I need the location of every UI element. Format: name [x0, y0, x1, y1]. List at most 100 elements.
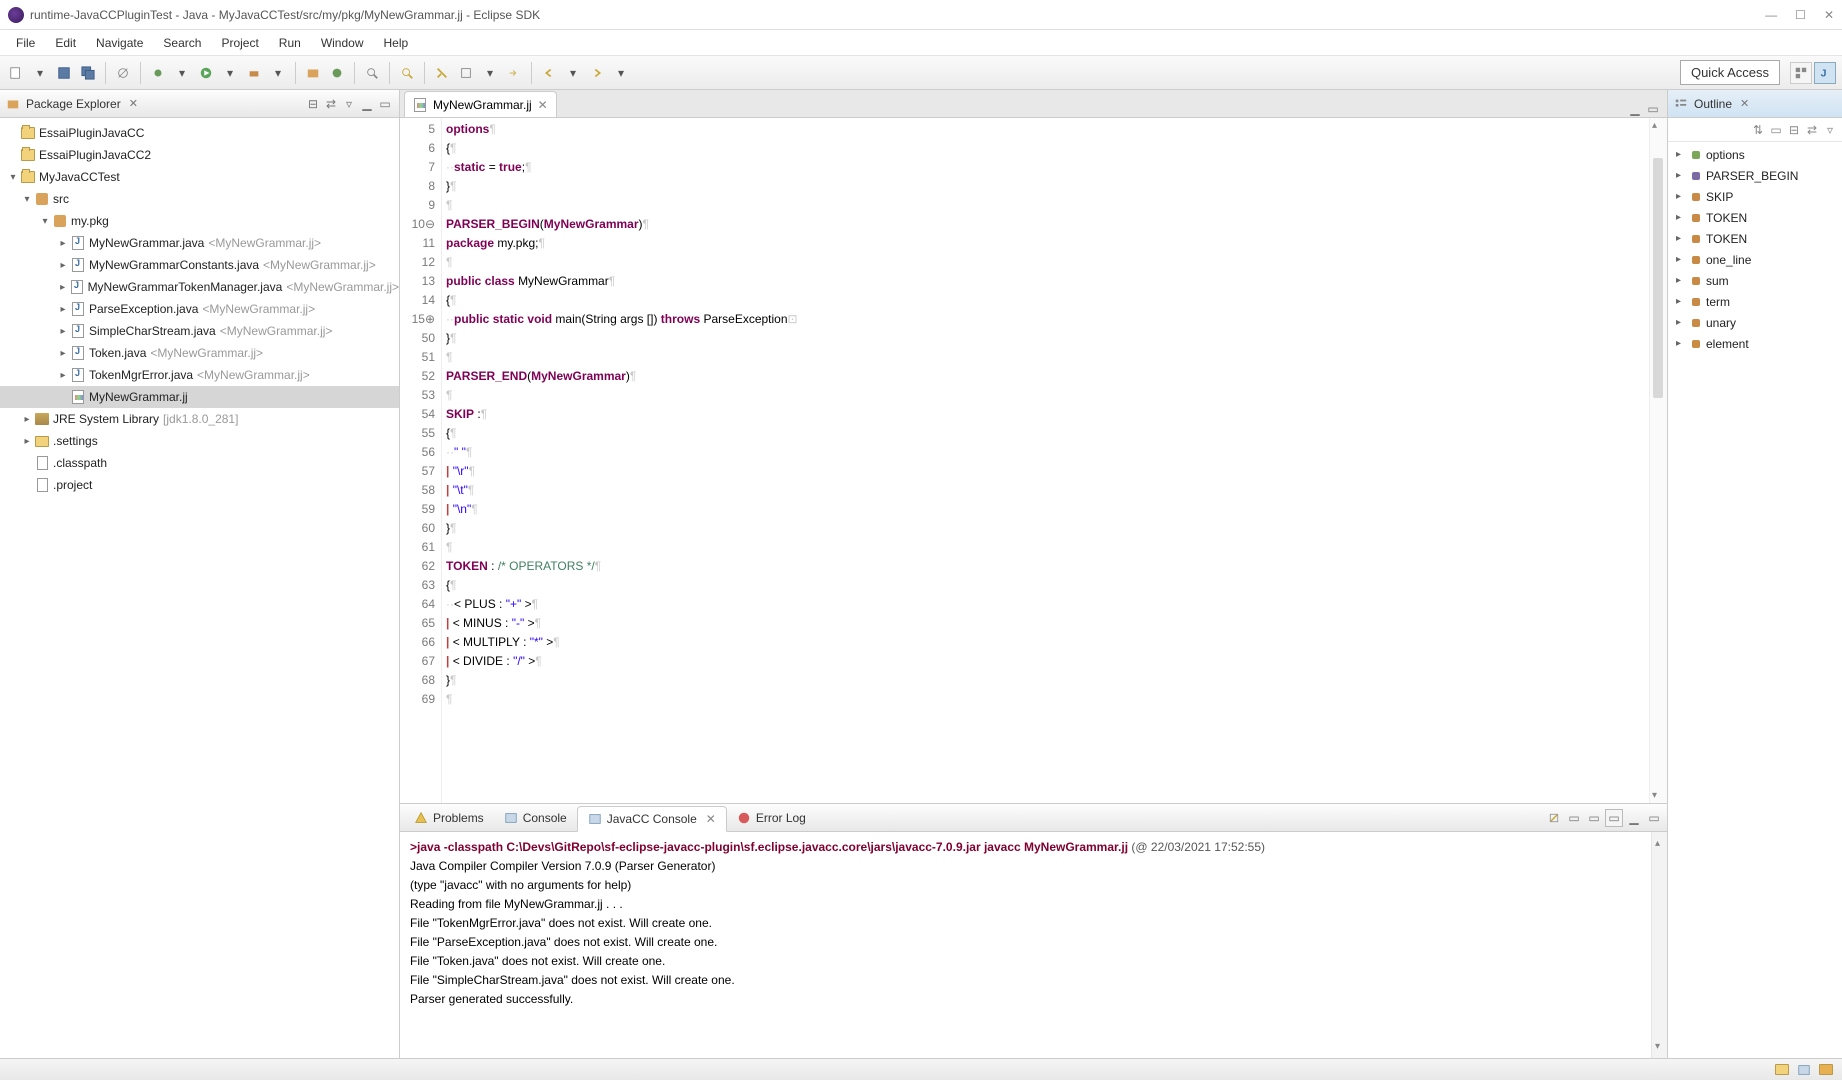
- code-line[interactable]: ··< PLUS : "+" >¶: [446, 595, 1645, 614]
- expand-icon[interactable]: ▾: [20, 194, 34, 205]
- back-dropdown-icon[interactable]: ▾: [563, 63, 583, 83]
- code-line[interactable]: }¶: [446, 177, 1645, 196]
- new-dropdown-icon[interactable]: ▾: [30, 63, 50, 83]
- tree-item[interactable]: ▸JRE System Library[jdk1.8.0_281]: [0, 408, 399, 430]
- code-line[interactable]: }¶: [446, 519, 1645, 538]
- expand-icon[interactable]: ▾: [38, 216, 52, 227]
- editor-tab-mynewgrammar[interactable]: MyNewGrammar.jj ✕: [404, 91, 557, 117]
- close-button[interactable]: ✕: [1824, 8, 1834, 22]
- sort-button[interactable]: ⇅: [1750, 122, 1766, 138]
- statusbar-icon-1[interactable]: [1774, 1063, 1790, 1077]
- tree-item[interactable]: .classpath: [0, 452, 399, 474]
- tree-item[interactable]: ▾src: [0, 188, 399, 210]
- close-tab-icon[interactable]: ✕: [538, 98, 548, 112]
- collapse-all-button[interactable]: ⊟: [305, 96, 321, 112]
- collapse-button[interactable]: ⊟: [1786, 122, 1802, 138]
- menu-button[interactable]: ▿: [1822, 122, 1838, 138]
- code-line[interactable]: | < MINUS : "-" >¶: [446, 614, 1645, 633]
- statusbar-icon-3[interactable]: [1818, 1063, 1834, 1077]
- code-line[interactable]: ¶: [446, 196, 1645, 215]
- outline-item[interactable]: ▸term: [1668, 291, 1842, 312]
- toggle-mark-button[interactable]: [432, 63, 452, 83]
- link-editor-button[interactable]: ⇄: [323, 96, 339, 112]
- code-line[interactable]: ¶: [446, 253, 1645, 272]
- maximize-bottom-button[interactable]: ▭: [1645, 809, 1663, 827]
- minimize-editor-button[interactable]: ▁: [1627, 101, 1643, 117]
- run-button[interactable]: [196, 63, 216, 83]
- code-line[interactable]: | "\n"¶: [446, 500, 1645, 519]
- code-line[interactable]: | "\r"¶: [446, 462, 1645, 481]
- expand-icon[interactable]: ▸: [1676, 149, 1686, 160]
- menu-help[interactable]: Help: [374, 32, 419, 54]
- scroll-up-icon[interactable]: ▴: [1652, 120, 1657, 131]
- forward-dropdown-icon[interactable]: ▾: [611, 63, 631, 83]
- code-line[interactable]: | "\t"¶: [446, 481, 1645, 500]
- outline-item[interactable]: ▸element: [1668, 333, 1842, 354]
- tree-item[interactable]: ▸Token.java<MyNewGrammar.jj>: [0, 342, 399, 364]
- code-line[interactable]: TOKEN : /* OPERATORS */¶: [446, 557, 1645, 576]
- code-area[interactable]: options¶{¶··static = true;¶}¶¶PARSER_BEG…: [442, 118, 1649, 803]
- tree-item[interactable]: ▸MyNewGrammarTokenManager.java<MyNewGram…: [0, 276, 399, 298]
- expand-icon[interactable]: ▸: [56, 282, 69, 293]
- menu-navigate[interactable]: Navigate: [86, 32, 153, 54]
- expand-icon[interactable]: ▸: [56, 260, 70, 271]
- tree-item[interactable]: ▸MyNewGrammar.java<MyNewGrammar.jj>: [0, 232, 399, 254]
- expand-icon[interactable]: ▸: [1676, 233, 1686, 244]
- save-button[interactable]: [54, 63, 74, 83]
- outline-item[interactable]: ▸sum: [1668, 270, 1842, 291]
- minimize-bottom-button[interactable]: ▁: [1625, 809, 1643, 827]
- code-line[interactable]: {¶: [446, 139, 1645, 158]
- expand-icon[interactable]: ▸: [56, 238, 70, 249]
- tab-javacc-console[interactable]: JavaCC Console ✕: [577, 806, 727, 832]
- expand-icon[interactable]: ▸: [1676, 338, 1686, 349]
- maximize-editor-button[interactable]: ▭: [1645, 101, 1661, 117]
- tree-item[interactable]: ▸.settings: [0, 430, 399, 452]
- minimize-view-button[interactable]: ▁: [359, 96, 375, 112]
- skip-breakpoints-button[interactable]: [113, 63, 133, 83]
- new-java-package-button[interactable]: [303, 63, 323, 83]
- tree-item[interactable]: ▾MyJavaCCTest: [0, 166, 399, 188]
- code-line[interactable]: ¶: [446, 690, 1645, 709]
- next-edit-button[interactable]: [504, 63, 524, 83]
- outline-item[interactable]: ▸TOKEN: [1668, 207, 1842, 228]
- new-java-class-button[interactable]: [327, 63, 347, 83]
- console-scrollbar[interactable]: ▴ ▾: [1651, 832, 1667, 1058]
- menu-edit[interactable]: Edit: [45, 32, 86, 54]
- code-line[interactable]: ¶: [446, 538, 1645, 557]
- statusbar-icon-2[interactable]: [1796, 1063, 1812, 1077]
- tree-item[interactable]: ▸TokenMgrError.java<MyNewGrammar.jj>: [0, 364, 399, 386]
- expand-icon[interactable]: ▸: [20, 414, 34, 425]
- menu-project[interactable]: Project: [211, 32, 268, 54]
- scroll-down-icon[interactable]: ▾: [1655, 1037, 1660, 1056]
- menu-file[interactable]: File: [6, 32, 45, 54]
- code-line[interactable]: | < MULTIPLY : "*" >¶: [446, 633, 1645, 652]
- tree-item[interactable]: ▸MyNewGrammarConstants.java<MyNewGrammar…: [0, 254, 399, 276]
- tab-console[interactable]: Console: [494, 806, 577, 830]
- close-view-icon[interactable]: ✕: [1740, 97, 1749, 110]
- outline-item[interactable]: ▸PARSER_BEGIN: [1668, 165, 1842, 186]
- tree-item[interactable]: EssaiPluginJavaCC2: [0, 144, 399, 166]
- code-line[interactable]: ··" "¶: [446, 443, 1645, 462]
- expand-icon[interactable]: ▸: [1676, 191, 1686, 202]
- maximize-button[interactable]: ☐: [1795, 8, 1806, 22]
- tree-item[interactable]: ▸ParseException.java<MyNewGrammar.jj>: [0, 298, 399, 320]
- forward-button[interactable]: [587, 63, 607, 83]
- debug-dropdown-icon[interactable]: ▾: [172, 63, 192, 83]
- tab-error-log[interactable]: Error Log: [727, 806, 816, 830]
- code-line[interactable]: ··public static void main(String args []…: [446, 310, 1645, 329]
- expand-icon[interactable]: ▸: [20, 436, 34, 447]
- tree-item[interactable]: ▸SimpleCharStream.java<MyNewGrammar.jj>: [0, 320, 399, 342]
- link-button[interactable]: ⇄: [1804, 122, 1820, 138]
- code-line[interactable]: ¶: [446, 348, 1645, 367]
- view-menu-button[interactable]: ▿: [341, 96, 357, 112]
- menu-run[interactable]: Run: [269, 32, 311, 54]
- menu-window[interactable]: Window: [311, 32, 374, 54]
- search-button[interactable]: [397, 63, 417, 83]
- expand-icon[interactable]: ▸: [1676, 275, 1686, 286]
- scroll-down-icon[interactable]: ▾: [1652, 790, 1657, 801]
- expand-icon[interactable]: ▸: [56, 370, 70, 381]
- code-line[interactable]: ¶: [446, 386, 1645, 405]
- tree-item[interactable]: .project: [0, 474, 399, 496]
- javacc-console-output[interactable]: >java -classpath C:\Devs\GitRepo\sf-ecli…: [400, 832, 1667, 1058]
- code-line[interactable]: PARSER_BEGIN(MyNewGrammar)¶: [446, 215, 1645, 234]
